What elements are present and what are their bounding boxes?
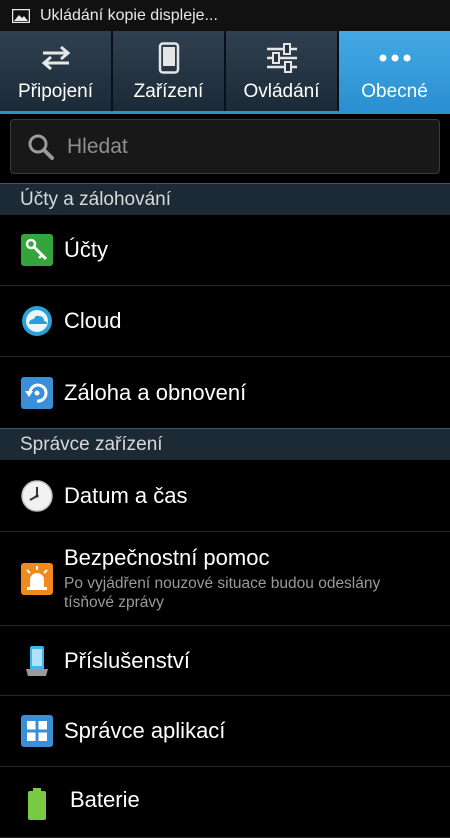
cloud-icon — [20, 304, 54, 338]
item-title: Příslušenství — [64, 647, 190, 673]
phone-device-icon — [152, 42, 186, 74]
tab-label: Ovládání — [243, 81, 320, 102]
tab-ovladani[interactable]: Ovládání — [226, 31, 339, 111]
tab-pripojeni[interactable]: Připojení — [0, 31, 113, 111]
tab-label: Obecné — [361, 81, 428, 102]
item-title: Baterie — [70, 787, 140, 812]
siren-icon — [20, 562, 54, 596]
item-title: Datum a čas — [64, 482, 188, 508]
search-input[interactable] — [65, 133, 409, 160]
search-icon — [28, 134, 54, 160]
item-title: Záloha a obnovení — [64, 379, 247, 405]
list-item-accounts[interactable]: Účty — [0, 215, 450, 286]
battery-icon — [20, 787, 54, 821]
item-title: Účty — [64, 237, 108, 262]
sliders-icon — [265, 43, 299, 73]
screenshot-image-icon — [12, 8, 30, 23]
accounts-key-icon — [20, 233, 54, 267]
item-title: Bezpečnostní pomoc — [64, 545, 270, 570]
list-item-battery[interactable]: Baterie — [0, 767, 450, 838]
accessory-dock-icon — [20, 644, 54, 678]
item-title: Cloud — [64, 308, 122, 333]
list-item-app-manager[interactable]: Správce aplikací — [0, 696, 450, 767]
status-notification-text: Ukládání kopie displeje... — [40, 6, 218, 24]
tab-obecne[interactable]: Obecné — [339, 31, 450, 111]
app-grid-icon — [20, 714, 54, 748]
settings-tabs: Připojení Zařízení Ovládání Obecné — [0, 31, 450, 111]
list-item-cloud[interactable]: Cloud — [0, 286, 450, 357]
tab-label: Připojení — [18, 81, 93, 102]
section-title: Správce zařízení — [20, 433, 163, 455]
list-item-backup-restore[interactable]: Záloha a obnovení — [0, 357, 450, 428]
backup-restore-icon — [20, 376, 54, 410]
search-box[interactable] — [10, 119, 440, 174]
item-subtitle: Po vyjádření nouzové situace budou odesl… — [64, 575, 381, 611]
list-item-date-time[interactable]: Datum a čas — [0, 460, 450, 532]
clock-icon — [20, 479, 54, 513]
swap-arrows-icon — [39, 43, 73, 73]
section-title: Účty a zálohování — [20, 188, 172, 210]
list-item-safety-assistance[interactable]: Bezpečnostní pomoc Po vyjádření nouzové … — [0, 532, 450, 626]
tabs-divider — [0, 111, 450, 114]
tab-label: Zařízení — [133, 81, 204, 102]
status-bar: Ukládání kopie displeje... — [0, 0, 450, 31]
list-item-accessory[interactable]: Příslušenství — [0, 626, 450, 696]
more-dots-icon — [378, 43, 412, 73]
tab-zarizeni[interactable]: Zařízení — [113, 31, 226, 111]
section-header-accounts-backup: Účty a zálohování — [0, 183, 450, 215]
item-title: Správce aplikací — [64, 718, 226, 743]
section-header-device-manager: Správce zařízení — [0, 428, 450, 460]
